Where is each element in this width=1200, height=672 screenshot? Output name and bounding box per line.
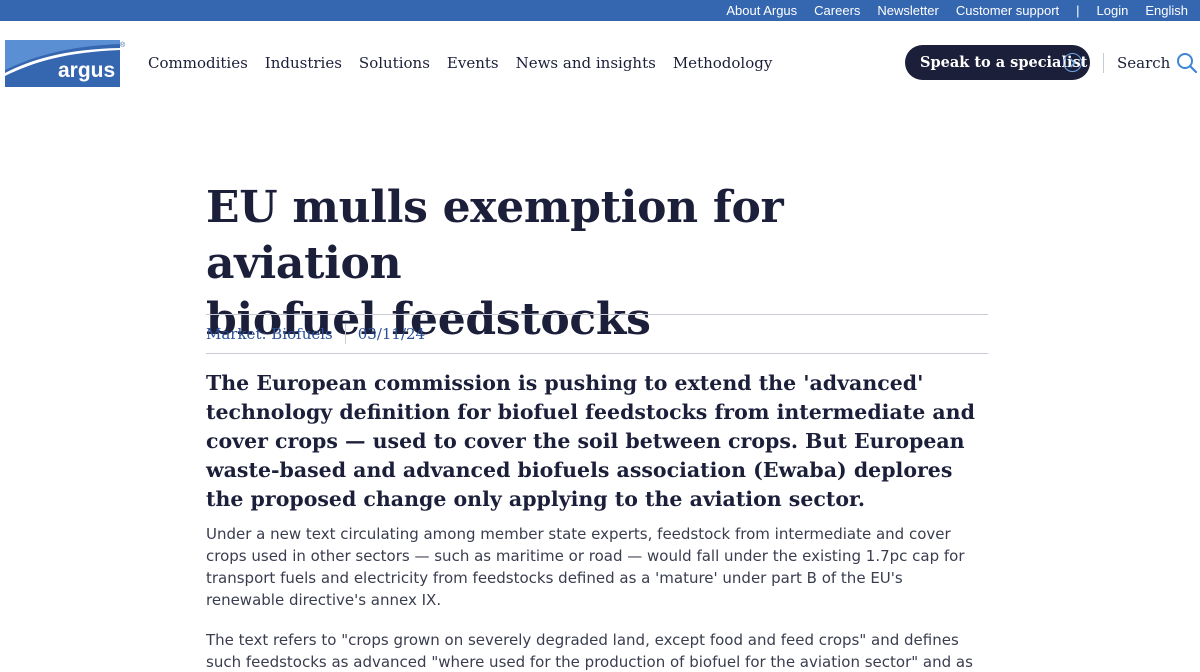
article-paragraph: Under a new text circulating among membe… — [206, 525, 965, 609]
header-divider — [1103, 53, 1104, 73]
speak-to-specialist-button[interactable]: Speak to a specialist — [905, 45, 1090, 80]
language-link[interactable]: English — [1145, 3, 1188, 18]
article-paragraph: The text refers to "crops grown on sever… — [206, 631, 973, 671]
title-line-1: EU mulls exemption for aviation — [206, 182, 784, 289]
utility-bar: About Argus Careers Newsletter Customer … — [0, 0, 1200, 21]
argus-logo[interactable]: argus ® — [5, 40, 126, 87]
main-nav: Commodities Industries Solutions Events … — [148, 52, 789, 74]
nav-industries[interactable]: Industries — [265, 54, 342, 72]
article-lead: The European commission is pushing to ex… — [206, 371, 975, 511]
nav-events[interactable]: Events — [447, 54, 499, 72]
search-label: Search — [1117, 54, 1171, 72]
about-link[interactable]: About Argus — [726, 3, 797, 18]
utility-separator: | — [1076, 3, 1080, 18]
careers-link[interactable]: Careers — [814, 3, 860, 18]
newsletter-link[interactable]: Newsletter — [877, 3, 938, 18]
nav-methodology[interactable]: Methodology — [673, 54, 773, 72]
login-link[interactable]: Login — [1097, 3, 1129, 18]
nav-solutions[interactable]: Solutions — [359, 54, 430, 72]
nav-commodities[interactable]: Commodities — [148, 54, 248, 72]
customer-support-link[interactable]: Customer support — [956, 3, 1059, 18]
nav-news-and-insights[interactable]: News and insights — [516, 54, 656, 72]
logo-mark-icon: argus ® — [5, 40, 126, 87]
search-icon — [1177, 53, 1198, 74]
chevron-right-icon — [1063, 53, 1082, 72]
article-meta: Market: Biofuels 03/11/24 — [206, 314, 988, 354]
logo-text: argus — [58, 59, 115, 82]
article-date: 03/11/24 — [357, 325, 426, 343]
market-link[interactable]: Market: Biofuels — [206, 324, 346, 344]
registered-mark: ® — [120, 41, 126, 49]
search-button[interactable]: Search — [1117, 52, 1198, 74]
